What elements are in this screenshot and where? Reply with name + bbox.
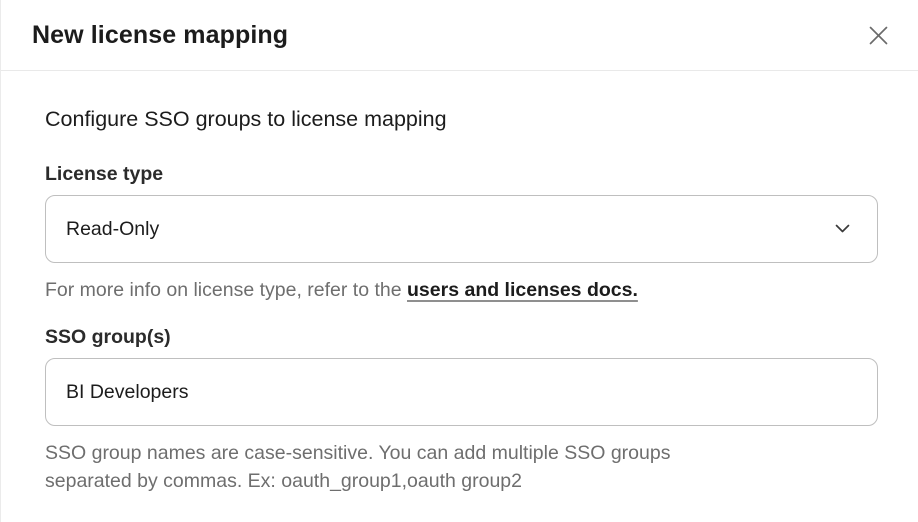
section-heading: Configure SSO groups to license mapping [45,107,878,132]
chevron-down-icon [835,224,850,234]
sso-groups-help: SSO group names are case-sensitive. You … [45,439,757,495]
dialog-body: Configure SSO groups to license mapping … [1,71,918,495]
users-licenses-docs-link[interactable]: users and licenses docs. [407,279,638,301]
license-type-label: License type [45,163,878,186]
close-icon [867,24,890,47]
close-button[interactable] [864,21,892,49]
sso-groups-label: SSO group(s) [45,326,878,349]
license-type-help-text: For more info on license type, refer to … [45,279,407,301]
license-type-selected-value: Read-Only [66,218,159,241]
license-type-select[interactable]: Read-Only [45,195,878,263]
dialog-header: New license mapping [1,0,918,71]
license-type-help: For more info on license type, refer to … [45,276,878,304]
dialog-title: New license mapping [32,21,288,50]
new-license-mapping-dialog: New license mapping Configure SSO groups… [0,0,918,522]
sso-groups-input[interactable] [45,358,878,426]
